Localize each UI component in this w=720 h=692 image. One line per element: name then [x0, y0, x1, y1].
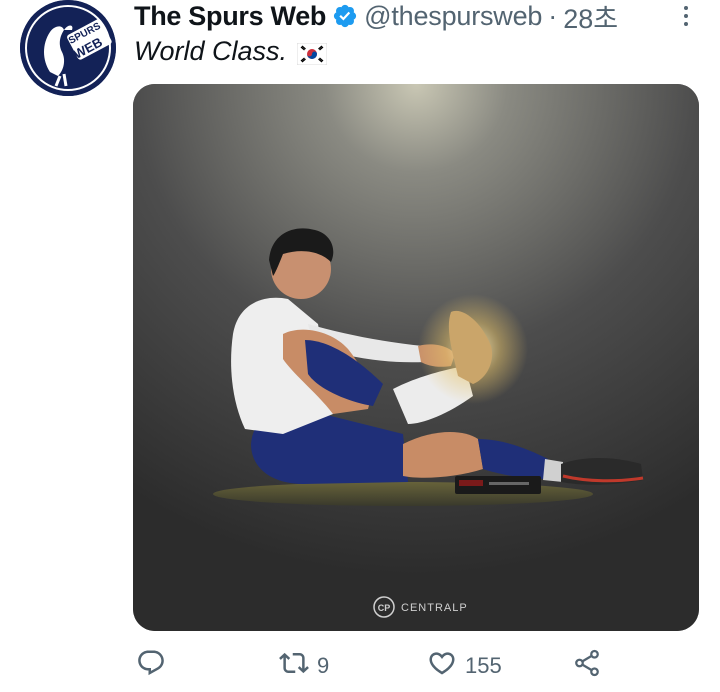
verified-badge-icon — [332, 3, 358, 29]
avatar[interactable]: SPURS WEB — [20, 0, 116, 96]
retweet-button[interactable]: 9 — [279, 648, 329, 684]
reply-button[interactable] — [136, 648, 174, 684]
south-korea-flag-icon — [296, 41, 328, 65]
retweet-count: 9 — [317, 653, 330, 678]
share-icon — [572, 648, 602, 684]
like-count: 155 — [465, 653, 502, 678]
reply-icon — [136, 648, 166, 684]
like-button[interactable]: 155 — [427, 648, 502, 684]
user-handle[interactable]: @thespursweb — [364, 1, 542, 32]
display-name[interactable]: The Spurs Web — [134, 1, 326, 32]
heart-icon — [427, 648, 457, 684]
tweet-media-image[interactable]: CP CENTRALP — [133, 84, 699, 631]
tweet: SPURS WEB The Spurs Web @thespursweb · 2… — [0, 0, 720, 692]
more-options-icon[interactable] — [676, 2, 696, 30]
watermark-logo-text: CP — [378, 603, 391, 613]
tweet-header: The Spurs Web @thespursweb · 28초 — [134, 0, 618, 34]
timestamp[interactable]: 28초 — [563, 0, 618, 36]
share-button[interactable] — [572, 648, 602, 684]
tweet-text-content: World Class. — [134, 36, 288, 66]
spurs-web-logo: SPURS WEB — [20, 0, 116, 96]
tweet-text: World Class. — [134, 36, 328, 67]
tweet-actions: 9 155 — [0, 648, 720, 684]
watermark-text: CENTRALP — [401, 602, 468, 614]
separator-dot: · — [548, 0, 558, 31]
retweet-icon — [279, 648, 309, 684]
